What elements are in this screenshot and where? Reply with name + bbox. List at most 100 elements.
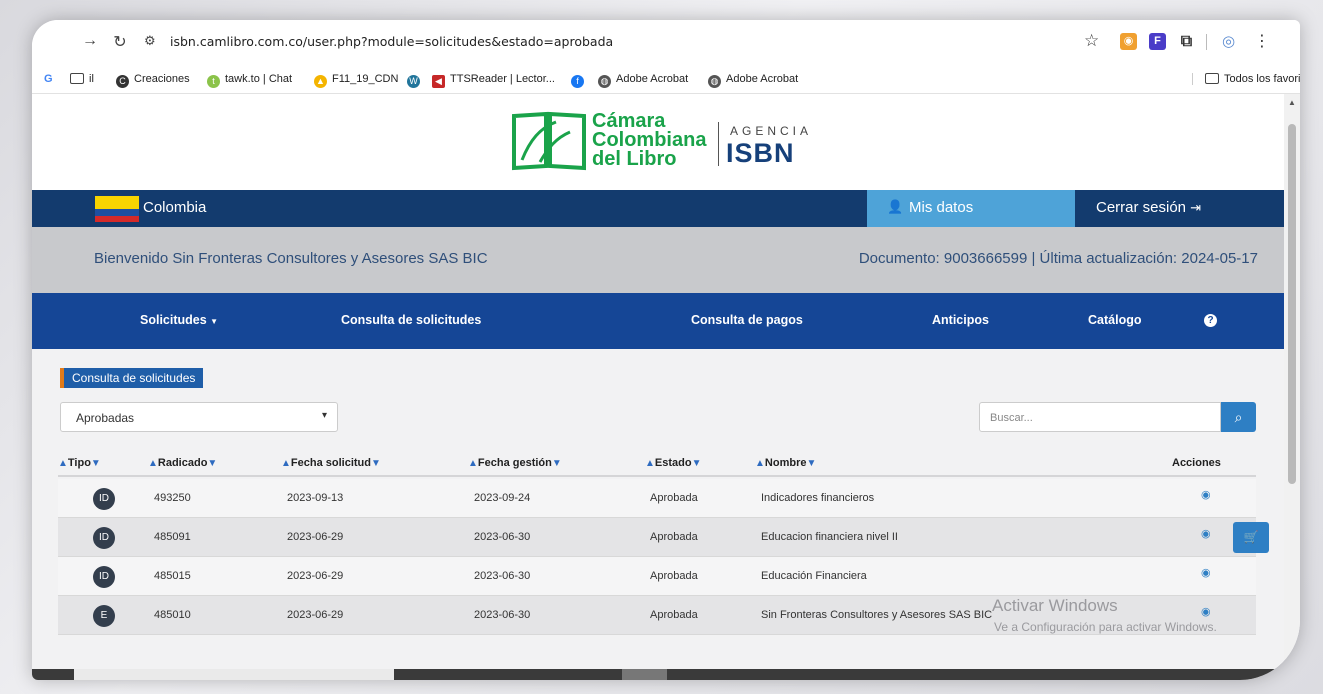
bookmark-label: Creaciones [134,73,190,85]
cart-button[interactable]: 🛒 [1233,522,1269,553]
nav-solicitudes[interactable]: Solicitudes ▼ [140,313,218,327]
sort-down-icon: ▼ [207,458,218,469]
col-radicado[interactable]: ▲Radicado▼ [148,457,217,469]
url-field[interactable]: isbn.camlibro.com.co/user.php?module=sol… [170,34,613,49]
sort-up-icon: ▲ [468,458,478,469]
nav-catalogo[interactable]: Catálogo [1088,313,1141,327]
cell-fecha-gestion: 2023-06-30 [474,531,531,543]
bookmark-f11[interactable]: ▲ F11_19_CDN [314,73,398,88]
status-filter-value: Aprobadas [76,411,135,425]
nav-consulta-pagos[interactable]: Consulta de pagos [691,313,803,327]
col-fecha-gestion[interactable]: ▲Fecha gestión▼ [468,457,562,469]
isbn-label: ISBN [726,138,795,168]
col-fecha-solicitud-label: Fecha solicitud [290,457,371,469]
col-tipo-label: Tipo [67,457,91,469]
cell-estado: Aprobada [650,492,698,504]
drive-icon: ▲ [314,75,327,88]
cell-nombre: Educacion financiera nivel II [761,531,898,543]
logout-label: Cerrar sesión [1096,199,1187,216]
bookmark-adobe-1[interactable]: ◍ Adobe Acrobat [598,73,688,88]
sort-down-icon: ▼ [806,458,817,469]
reload-icon[interactable]: ↻ [110,32,130,52]
cell-fecha-solicitud: 2023-09-13 [287,492,344,504]
view-eye-icon[interactable]: ◉ [1201,566,1211,579]
col-fecha-solicitud[interactable]: ▲Fecha solicitud▼ [281,457,381,469]
cell-fecha-solicitud: 2023-06-29 [287,531,344,543]
cart-icon: 🛒 [1243,530,1259,544]
all-bookmarks[interactable]: Todos los favoritos [1192,73,1300,85]
profile-icon[interactable]: ◎ [1220,33,1237,50]
help-icon[interactable]: ? [1204,314,1217,327]
colombia-flag-icon [95,196,139,222]
content-area: Consulta de solicitudes Aprobadas ▾ Busc… [32,349,1284,680]
col-tipo[interactable]: ▲Tipo▼ [58,457,101,469]
toolbar-divider [1206,34,1207,50]
bookmark-creaciones[interactable]: C Creaciones [116,73,190,88]
header-logo-area: Cámara Colombiana del Libro AGENCIA ISBN [32,94,1284,190]
search-input[interactable]: Buscar... [979,402,1221,432]
table-row: ID 485015 2023-06-29 2023-06-30 Aprobada… [58,557,1256,596]
tts-icon: ◀ [432,75,445,88]
bookmark-star-icon[interactable]: ☆ [1084,31,1099,51]
type-badge: ID [93,488,115,510]
cell-estado: Aprobada [650,609,698,621]
sort-up-icon: ▲ [755,458,765,469]
scrollbar-thumb[interactable] [1288,124,1296,484]
nav-anticipos[interactable]: Anticipos [932,313,989,327]
cell-radicado: 485015 [154,570,191,582]
nav-consulta-solicitudes[interactable]: Consulta de solicitudes [341,313,481,327]
extensions-puzzle-icon[interactable]: ⧉ [1178,33,1195,50]
type-badge: ID [93,566,115,588]
view-eye-icon[interactable]: ◉ [1201,488,1211,501]
agencia-label: AGENCIA [730,124,813,138]
cell-estado: Aprobada [650,570,698,582]
taskbar-strip [32,669,1300,680]
windows-activation-title: Activar Windows [992,596,1118,615]
welcome-message: Bienvenido Sin Fronteras Consultores y A… [94,250,488,267]
col-acciones: Acciones [1172,457,1221,469]
bookmark-wordpress[interactable]: W [407,73,425,88]
scroll-up-icon[interactable]: ▲ [1288,98,1296,107]
sort-down-icon: ▼ [370,458,381,469]
vertical-scrollbar[interactable]: ▲ [1284,94,1300,680]
menu-kebab-icon[interactable]: ⋮ [1254,31,1270,51]
view-eye-icon[interactable]: ◉ [1201,605,1211,618]
mis-datos-button[interactable]: 👤 Mis datos [867,190,1075,227]
cell-radicado: 485010 [154,609,191,621]
main-navigation: Solicitudes ▼ Consulta de solicitudes Co… [32,293,1284,349]
bookmark-ttsreader[interactable]: ◀ TTSReader | Lector... [432,73,555,88]
status-filter-select[interactable]: Aprobadas ▾ [60,402,338,432]
col-nombre[interactable]: ▲Nombre▼ [755,457,816,469]
wordpress-icon: W [407,75,420,88]
mis-datos-label: Mis datos [909,199,974,216]
sort-down-icon: ▼ [90,458,101,469]
col-estado-label: Estado [654,457,692,469]
nav-solicitudes-label: Solicitudes [140,313,207,327]
rss-extension-icon[interactable]: ◉ [1120,33,1137,50]
type-badge: ID [93,527,115,549]
search-button[interactable]: ⌕ [1221,402,1256,432]
cell-fecha-gestion: 2023-09-24 [474,492,531,504]
bookmark-adobe-2[interactable]: ◍ Adobe Acrobat [708,73,798,88]
book-logo-icon [512,111,586,171]
globe-icon: ◍ [708,75,721,88]
country-label: Colombia [143,199,207,216]
cell-nombre: Sin Fronteras Consultores y Asesores SAS… [761,609,993,621]
google-icon[interactable]: G [44,73,53,85]
forward-icon[interactable]: → [80,32,100,50]
bookmark-tawk[interactable]: t tawk.to | Chat [207,73,292,88]
type-badge: E [93,605,115,627]
bookmark-label: il [89,73,94,85]
col-estado[interactable]: ▲Estado▼ [645,457,702,469]
cell-estado: Aprobada [650,531,698,543]
col-fecha-gestion-label: Fecha gestión [477,457,552,469]
sort-up-icon: ▲ [281,458,291,469]
facebook-icon: f [571,75,584,88]
taskbar-segment [622,669,667,680]
bookmark-il[interactable]: il [70,73,94,85]
bookmark-facebook[interactable]: f [571,73,589,88]
form-extension-icon[interactable]: F [1149,33,1166,50]
logout-button[interactable]: Cerrar sesión ⇥ [1096,199,1201,216]
view-eye-icon[interactable]: ◉ [1201,527,1211,540]
site-settings-icon[interactable]: ⚙ [144,33,156,49]
